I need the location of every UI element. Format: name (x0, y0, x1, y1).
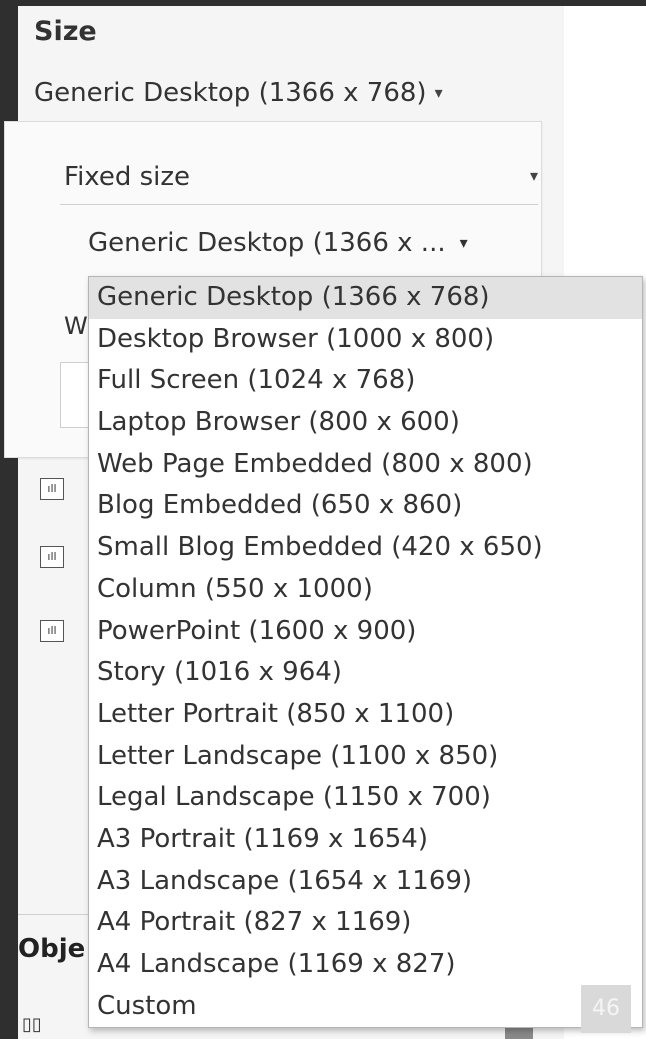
horizontal-container-icon: ▯▯ (22, 1014, 42, 1035)
dropdown-option[interactable]: PowerPoint (1600 x 900) (89, 611, 642, 653)
dropdown-option[interactable]: A3 Portrait (1169 x 1654) (89, 819, 642, 861)
size-mode-dropdown[interactable]: Fixed size ▾ (60, 158, 538, 205)
size-section-title: Size (34, 16, 97, 47)
sheet-icon: ıll (40, 546, 64, 568)
size-mode-label: Fixed size (64, 162, 191, 192)
dropdown-option[interactable]: Legal Landscape (1150 x 700) (89, 777, 642, 819)
size-preset-selector[interactable]: Generic Desktop (1366 x 768) ▾ (34, 78, 443, 108)
dropdown-option[interactable]: Custom (89, 986, 642, 1028)
dropdown-option[interactable]: Letter Landscape (1100 x 850) (89, 736, 642, 778)
size-preset-dropdown-list: Generic Desktop (1366 x 768) Desktop Bro… (88, 276, 643, 1028)
dropdown-option[interactable]: Web Page Embedded (800 x 800) (89, 444, 642, 486)
dropdown-option[interactable]: Letter Portrait (850 x 1100) (89, 694, 642, 736)
size-preset-label: Generic Desktop (1366 x 768) (34, 78, 427, 108)
preset-dropdown-label: Generic Desktop (1366 x ... (88, 228, 446, 258)
dropdown-option-selected[interactable]: Generic Desktop (1366 x 768) (89, 277, 642, 319)
page-number-badge: 46 (581, 985, 631, 1033)
preset-dropdown[interactable]: Generic Desktop (1366 x ... ▾ (88, 228, 468, 258)
dropdown-option[interactable]: Small Blog Embedded (420 x 650) (89, 527, 642, 569)
dropdown-option[interactable]: Story (1016 x 964) (89, 652, 642, 694)
chevron-down-icon: ▾ (529, 166, 538, 185)
dropdown-option[interactable]: Laptop Browser (800 x 600) (89, 402, 642, 444)
dropdown-option[interactable]: Blog Embedded (650 x 860) (89, 485, 642, 527)
dropdown-option[interactable]: A4 Landscape (1169 x 827) (89, 944, 642, 986)
sheet-icon: ıll (40, 478, 64, 500)
dropdown-option[interactable]: Desktop Browser (1000 x 800) (89, 319, 642, 361)
objects-section-title: Obje (18, 934, 86, 964)
dropdown-option[interactable]: Column (550 x 1000) (89, 569, 642, 611)
width-label: W (64, 312, 88, 340)
chevron-down-icon: ▾ (434, 83, 443, 102)
chevron-down-icon: ▾ (459, 233, 468, 252)
dropdown-option[interactable]: A4 Portrait (827 x 1169) (89, 902, 642, 944)
sheet-icon: ıll (40, 620, 64, 642)
dropdown-option[interactable]: A3 Landscape (1654 x 1169) (89, 861, 642, 903)
dropdown-option[interactable]: Full Screen (1024 x 768) (89, 360, 642, 402)
